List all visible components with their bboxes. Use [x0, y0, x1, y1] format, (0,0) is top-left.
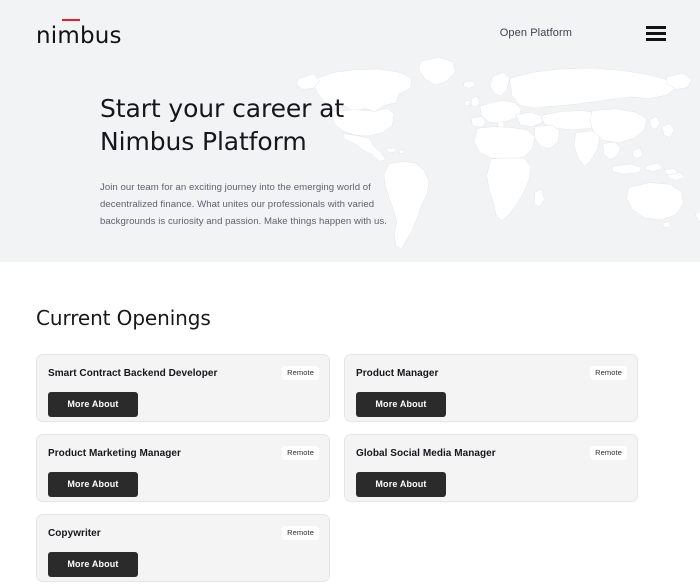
hamburger-bar-middle: [646, 31, 666, 35]
hero-title: Start your career at Nimbus Platform: [100, 94, 345, 156]
job-title: Copywriter: [48, 528, 101, 539]
job-location-badge: Remote: [282, 526, 319, 540]
job-card[interactable]: Copywriter Remote More About: [36, 514, 330, 582]
logo-accent-bar-icon: [62, 18, 80, 21]
site-header: nimbus Open Platform: [0, 0, 700, 66]
openings-section: Current Openings Smart Contract Backend …: [0, 262, 700, 582]
nav-link-open-platform[interactable]: Open Platform: [500, 27, 572, 39]
job-location-badge: Remote: [590, 366, 627, 380]
job-card[interactable]: Product Manager Remote More About: [344, 354, 638, 422]
more-about-button[interactable]: More About: [48, 472, 138, 497]
hamburger-bar-bottom: [646, 37, 666, 41]
job-location-badge: Remote: [282, 366, 319, 380]
nimbus-logo[interactable]: nimbus: [36, 18, 122, 49]
job-title: Product Marketing Manager: [48, 448, 181, 459]
job-card[interactable]: Global Social Media Manager Remote More …: [344, 434, 638, 502]
hero-content: Start your career at Nimbus Platform Joi…: [0, 66, 440, 230]
more-about-button[interactable]: More About: [356, 392, 446, 417]
logo-text: nimbus: [36, 22, 122, 49]
more-about-button[interactable]: More About: [48, 392, 138, 417]
hamburger-menu-icon[interactable]: [646, 25, 666, 41]
job-location-badge: Remote: [590, 446, 627, 460]
hero-section: nimbus Open Platform Start your career a…: [0, 0, 700, 262]
job-title: Smart Contract Backend Developer: [48, 368, 218, 379]
job-location-badge: Remote: [282, 446, 319, 460]
hero-subtitle: Join our team for an exciting journey in…: [100, 182, 387, 228]
more-about-button[interactable]: More About: [356, 472, 446, 497]
job-title: Product Manager: [356, 368, 439, 379]
job-card[interactable]: Product Marketing Manager Remote More Ab…: [36, 434, 330, 502]
job-card[interactable]: Smart Contract Backend Developer Remote …: [36, 354, 330, 422]
hamburger-bar-top: [646, 25, 666, 29]
openings-title: Current Openings: [36, 306, 211, 330]
more-about-button[interactable]: More About: [48, 552, 138, 577]
job-cards-grid: Smart Contract Backend Developer Remote …: [36, 354, 638, 582]
job-title: Global Social Media Manager: [356, 448, 496, 459]
